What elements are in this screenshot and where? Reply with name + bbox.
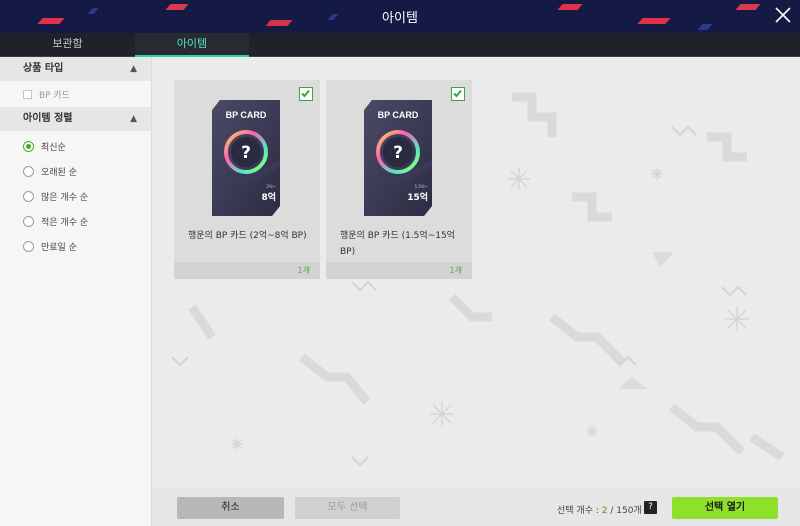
help-icon[interactable]: ? (644, 501, 657, 514)
sort-option-label: 만료일 순 (41, 243, 77, 253)
sort-option-label: 오래된 순 (41, 168, 77, 178)
card-range: 1.5억~ (415, 183, 428, 189)
select-all-button[interactable]: 모두 선택 (295, 497, 400, 519)
question-mark-icon: ? (241, 143, 251, 163)
selection-count-label: 선택 개수 : (557, 506, 602, 516)
card-title: BP CARD (226, 110, 267, 120)
item-card[interactable]: BP CARD ? 1.5억~ 15억 행운의 BP 카드 (1.5억~15억 … (326, 80, 472, 279)
radio-icon[interactable] (23, 141, 34, 152)
card-range: 2억~ (266, 183, 276, 189)
select-checkbox[interactable] (299, 87, 313, 101)
sort-option-expiry[interactable]: 만료일 순 (0, 234, 151, 259)
item-image: BP CARD ? 2억~ 8억 (174, 80, 320, 222)
product-type-title: 상품 타입 (23, 63, 64, 74)
chevron-up-icon: ▲ (130, 114, 137, 124)
filter-sidebar: 상품 타입 ▲ BP 카드 아이템 정렬 ▲ 최신순 오래된 순 많은 개수 순… (0, 57, 152, 526)
checkmark-icon (301, 89, 310, 98)
checkmark-icon (453, 89, 462, 98)
checkbox-icon[interactable] (23, 89, 32, 99)
capacity: / 150개 (607, 506, 642, 516)
sort-option-label: 적은 개수 순 (41, 218, 89, 228)
chevron-up-icon: ▲ (130, 64, 137, 74)
filter-bp-card-label: BP 카드 (39, 90, 71, 101)
radio-icon[interactable] (23, 216, 34, 227)
sort-title: 아이템 정렬 (23, 113, 73, 124)
radio-icon[interactable] (23, 191, 34, 202)
bp-card-image: BP CARD ? 2억~ 8억 (212, 100, 280, 216)
tab-items[interactable]: 아이템 (135, 33, 249, 57)
window-title: 아이템 (382, 10, 418, 25)
selection-count: 선택 개수 : 2 / 150개 (557, 503, 642, 516)
item-count-bar: 1개 (326, 262, 472, 279)
card-value: 8억 (261, 191, 276, 203)
window-header: 아이템 (0, 0, 800, 33)
item-name: 행운의 BP 카드 (1.5억~15억 BP) (340, 231, 455, 257)
radio-icon[interactable] (23, 166, 34, 177)
filter-bp-card[interactable]: BP 카드 (0, 81, 151, 107)
sort-header[interactable]: 아이템 정렬 ▲ (0, 107, 151, 131)
tab-bar: 보관함 아이템 (0, 33, 800, 57)
item-image: BP CARD ? 1.5억~ 15억 (326, 80, 472, 222)
close-button[interactable] (772, 4, 794, 26)
sort-option-label: 최신순 (41, 143, 66, 153)
sort-option-most[interactable]: 많은 개수 순 (0, 184, 151, 209)
item-name: 행운의 BP 카드 (2억~8억 BP) (188, 231, 307, 241)
item-count: 1개 (449, 266, 462, 275)
close-icon (775, 7, 791, 23)
card-value: 15억 (407, 191, 428, 203)
product-type-header[interactable]: 상품 타입 ▲ (0, 57, 151, 81)
sort-option-label: 많은 개수 순 (41, 193, 89, 203)
item-grid: BP CARD ? 2억~ 8억 행운의 BP 카드 (2억~8억 BP) 1개 (152, 57, 800, 487)
tab-storage[interactable]: 보관함 (0, 33, 135, 57)
sort-option-fewest[interactable]: 적은 개수 순 (0, 209, 151, 234)
sort-option-oldest[interactable]: 오래된 순 (0, 159, 151, 184)
item-count: 1개 (297, 266, 310, 275)
card-title: BP CARD (378, 110, 419, 120)
question-mark-icon: ? (393, 143, 403, 163)
footer-bar: 취소 모두 선택 선택 개수 : 2 / 150개 ? 선택 열기 (152, 487, 800, 526)
item-card[interactable]: BP CARD ? 2억~ 8억 행운의 BP 카드 (2억~8억 BP) 1개 (174, 80, 320, 279)
radio-icon[interactable] (23, 241, 34, 252)
select-checkbox[interactable] (451, 87, 465, 101)
sort-option-newest[interactable]: 최신순 (0, 134, 151, 159)
bp-card-image: BP CARD ? 1.5억~ 15억 (364, 100, 432, 216)
cancel-button[interactable]: 취소 (177, 497, 284, 519)
item-count-bar: 1개 (174, 262, 320, 279)
open-selected-button[interactable]: 선택 열기 (672, 497, 778, 519)
